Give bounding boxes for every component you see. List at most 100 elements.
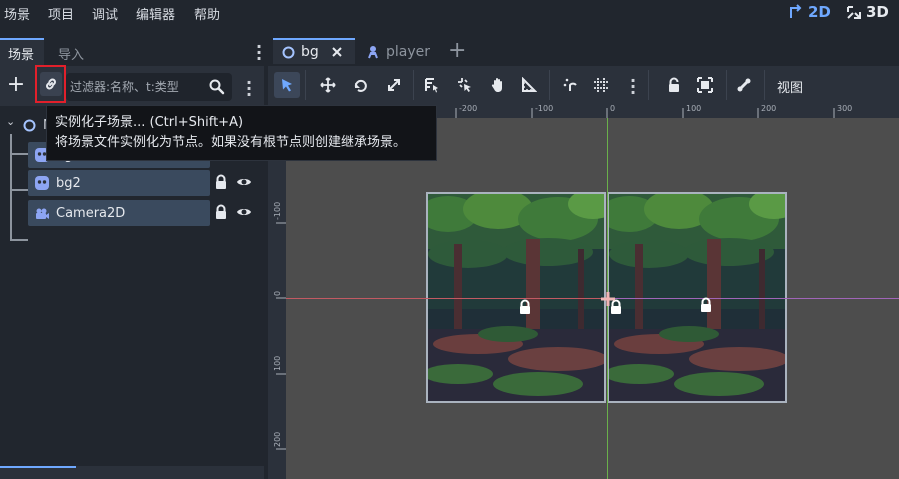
rotate-icon: [354, 79, 367, 92]
lock-selected-button[interactable]: [661, 72, 687, 98]
tab-import[interactable]: 导入: [58, 44, 84, 63]
view-menu-button[interactable]: 视图: [777, 77, 803, 96]
2d-mode-icon: [790, 4, 802, 18]
toolbar-separator: [413, 70, 414, 100]
list-select-icon: [425, 78, 438, 93]
grid-snap-icon: [594, 78, 608, 92]
link-icon-wrap: [39, 72, 62, 96]
node-row-icons: [214, 174, 252, 190]
group-selected-button[interactable]: [692, 72, 718, 98]
node2d-icon: [23, 119, 36, 132]
close-icon[interactable]: [331, 46, 343, 58]
character-icon: [368, 46, 378, 59]
pan-tool-button[interactable]: [485, 72, 511, 98]
tab-scene[interactable]: 场景: [0, 38, 44, 66]
menu-debug[interactable]: 调试: [92, 4, 118, 23]
search-icon: [209, 79, 225, 95]
toolbar-separator: [305, 70, 306, 100]
toolbar-separator: [549, 70, 550, 100]
group-icon: [697, 77, 713, 93]
select-arrow-icon: [282, 79, 292, 92]
filter-nodes-input[interactable]: [70, 77, 204, 97]
node2d-icon: [282, 46, 295, 58]
menu-editor[interactable]: 编辑器: [136, 4, 175, 23]
grid-snap-button[interactable]: [588, 72, 614, 98]
ruler-x-label: 300: [837, 104, 853, 113]
node-item[interactable]: Camera2D: [28, 200, 210, 226]
ruler-x-label: 100: [686, 104, 702, 113]
pivot-icon: [458, 78, 471, 92]
menu-scene[interactable]: 场景: [4, 4, 30, 23]
tab-bg[interactable]: bg: [273, 38, 355, 64]
node-label-camera2d: Camera2D: [56, 205, 126, 221]
mode-2d-label: 2D: [808, 3, 831, 21]
tree-node-bg2[interactable]: bg2: [0, 170, 268, 196]
lock-icon[interactable]: [214, 174, 228, 190]
dock-menu-icon[interactable]: · · ·: [256, 39, 262, 67]
filter-box: [66, 73, 232, 101]
tab-player-label: player: [386, 44, 431, 60]
visibility-eye-icon[interactable]: [236, 204, 252, 220]
ruler-x-label: -100: [535, 104, 554, 113]
list-select-tool-button[interactable]: [419, 72, 445, 98]
visibility-eye-icon[interactable]: [236, 174, 252, 190]
hand-icon: [491, 78, 502, 92]
menu-project[interactable]: 项目: [48, 4, 74, 23]
scale-icon: [388, 79, 400, 91]
ruler-icon: [522, 77, 537, 92]
3d-mode-icon: [847, 6, 861, 19]
dock-tabs: 场景 导入 · · ·: [0, 38, 268, 67]
tab-bg-label: bg: [301, 44, 319, 60]
tab-player[interactable]: player: [366, 38, 430, 64]
move-icon: [320, 77, 336, 93]
toolbar-separator: [764, 70, 765, 100]
node-label-bg2: bg2: [56, 175, 81, 191]
link-icon: [45, 78, 56, 90]
scale-tool-button[interactable]: [381, 72, 407, 98]
bottom-dock-tab[interactable]: [0, 466, 76, 479]
snap-options-icon[interactable]: · · ·: [630, 73, 636, 101]
collapse-arrow-icon[interactable]: ⌄: [6, 115, 15, 128]
rotate-tool-button[interactable]: [348, 72, 374, 98]
camera-icon: [36, 208, 49, 219]
menu-help[interactable]: 帮助: [194, 4, 220, 23]
ruler-x-label: 200: [761, 104, 777, 113]
mode-3d-button[interactable]: 3D: [846, 3, 889, 21]
tooltip-description: 将场景文件实例化为节点。如果没有根节点则创建继承场景。: [55, 135, 407, 150]
select-tool-button[interactable]: [274, 72, 300, 98]
toolbar-separator: [648, 70, 649, 100]
add-node-button[interactable]: +: [6, 74, 26, 98]
ruler-y-label: 0: [273, 290, 282, 296]
ruler-x-label: -200: [459, 104, 478, 113]
instantiate-tooltip: 实例化子场景... (Ctrl+Shift+A) 将场景文件实例化为节点。如果没…: [46, 105, 437, 161]
ruler-y-label: 200: [273, 431, 282, 447]
scene-tabs: bg player +: [268, 38, 899, 66]
tooltip-title: 实例化子场景... (Ctrl+Shift+A): [55, 115, 244, 130]
scene-dock-toolbar: + ···: [0, 65, 268, 106]
lock-icon: [669, 77, 679, 92]
skeleton-tool-button[interactable]: [731, 72, 757, 98]
lock-icon: [520, 299, 530, 314]
mode-2d-button[interactable]: 2D: [788, 3, 831, 21]
lock-icon[interactable]: [214, 204, 228, 220]
ruler-y-label: -100: [273, 201, 282, 220]
mode-3d-label: 3D: [866, 3, 889, 21]
ruler-y-label: 100: [273, 355, 282, 371]
instantiate-scene-button[interactable]: [35, 65, 66, 103]
toolbar-separator: [726, 70, 727, 100]
bone-icon: [737, 78, 751, 92]
new-tab-plus-icon[interactable]: +: [448, 38, 466, 63]
node-row-icons: [214, 204, 252, 220]
pivot-tool-button[interactable]: [452, 72, 478, 98]
ruler-tool-button[interactable]: [516, 72, 542, 98]
x-axis-line-right: [608, 298, 899, 299]
ruler-x-label: 0: [610, 104, 616, 113]
menu-bar: 场景 项目 调试 编辑器 帮助 2D 3D: [0, 0, 899, 26]
node-item[interactable]: bg2: [28, 170, 210, 196]
smart-snap-button[interactable]: [557, 72, 583, 98]
smart-snap-icon: [563, 78, 577, 91]
scene-tree-menu-icon[interactable]: · · ·: [246, 75, 252, 103]
canvas-toolbar: · · · 视图: [268, 66, 899, 104]
tree-node-camera2d[interactable]: Camera2D: [0, 200, 268, 226]
move-tool-button[interactable]: [315, 72, 341, 98]
